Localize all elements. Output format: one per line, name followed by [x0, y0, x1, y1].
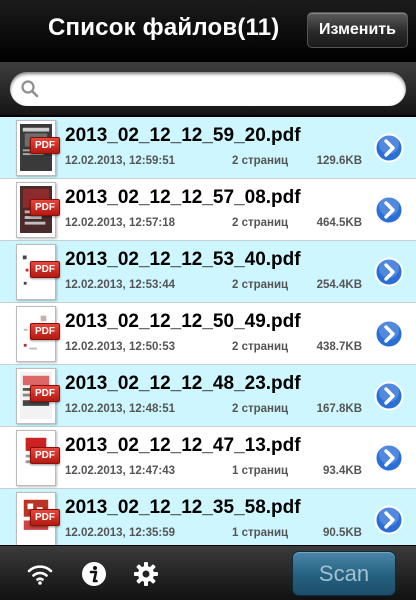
wifi-icon[interactable] [26, 560, 54, 588]
file-pages: 2 страниц [232, 279, 289, 291]
file-size: 464.5KB [316, 217, 362, 229]
file-name: 2013_02_12_12_57_08.pdf [65, 187, 301, 208]
file-name: 2013_02_12_12_47_13.pdf [65, 435, 301, 456]
list-item[interactable]: PDF 2013_02_12_12_47_13.pdf 12.02.2013, … [0, 427, 416, 489]
file-name: 2013_02_12_12_59_20.pdf [65, 125, 301, 146]
file-pages: 1 страниц [232, 465, 289, 477]
file-name: 2013_02_12_12_35_58.pdf [65, 497, 301, 518]
list-item[interactable]: PDF 2013_02_12_12_59_20.pdf 12.02.2013, … [0, 117, 416, 179]
pdf-badge: PDF [30, 199, 60, 216]
page-title: Список файлов(11) [48, 14, 280, 41]
list-item[interactable]: PDF 2013_02_12_12_53_40.pdf 12.02.2013, … [0, 241, 416, 303]
list-item[interactable]: PDF 2013_02_12_12_35_58.pdf 12.02.2013, … [0, 489, 416, 545]
file-size: 254.4KB [316, 279, 362, 291]
file-date: 12.02.2013, 12:57:18 [65, 217, 175, 229]
detail-disclosure-icon[interactable] [374, 381, 404, 411]
pdf-badge: PDF [30, 447, 60, 464]
navigation-bar: Список файлов(11) Изменить [0, 0, 416, 62]
file-date: 12.02.2013, 12:53:44 [65, 279, 175, 291]
search-icon [21, 80, 39, 98]
list-item[interactable]: PDF 2013_02_12_12_50_49.pdf 12.02.2013, … [0, 303, 416, 365]
file-pages: 2 страниц [232, 341, 289, 353]
file-pages: 2 страниц [232, 403, 289, 415]
search-field[interactable] [10, 72, 406, 106]
list-item[interactable]: PDF 2013_02_12_12_57_08.pdf 12.02.2013, … [0, 179, 416, 241]
bottom-toolbar: Scan [0, 545, 416, 600]
file-date: 12.02.2013, 12:47:43 [65, 465, 175, 477]
file-size: 167.8KB [316, 403, 362, 415]
detail-disclosure-icon[interactable] [374, 195, 404, 225]
file-name: 2013_02_12_12_50_49.pdf [65, 311, 301, 332]
detail-disclosure-icon[interactable] [374, 257, 404, 287]
pdf-badge: PDF [30, 385, 60, 402]
edit-button[interactable]: Изменить [307, 12, 408, 48]
detail-disclosure-icon[interactable] [374, 319, 404, 349]
search-input[interactable] [46, 72, 396, 106]
pdf-badge: PDF [30, 137, 60, 154]
file-date: 12.02.2013, 12:48:51 [65, 403, 175, 415]
gear-icon[interactable] [132, 560, 160, 588]
pdf-badge: PDF [30, 261, 60, 278]
file-name: 2013_02_12_12_48_23.pdf [65, 373, 301, 394]
info-icon[interactable] [80, 560, 108, 588]
pdf-badge: PDF [30, 323, 60, 340]
pdf-badge: PDF [30, 509, 60, 526]
file-pages: 2 страниц [232, 155, 289, 167]
file-size: 129.6KB [316, 155, 362, 167]
list-item[interactable]: PDF 2013_02_12_12_48_23.pdf 12.02.2013, … [0, 365, 416, 427]
file-date: 12.02.2013, 12:59:51 [65, 155, 175, 167]
file-date: 12.02.2013, 12:35:59 [65, 527, 175, 539]
detail-disclosure-icon[interactable] [374, 443, 404, 473]
file-list: PDF 2013_02_12_12_59_20.pdf 12.02.2013, … [0, 117, 416, 545]
scan-button[interactable]: Scan [292, 551, 396, 596]
file-pages: 1 страниц [232, 527, 289, 539]
file-name: 2013_02_12_12_53_40.pdf [65, 249, 301, 270]
file-size: 438.7KB [316, 341, 362, 353]
detail-disclosure-icon[interactable] [374, 505, 404, 535]
file-size: 93.4KB [323, 465, 362, 477]
file-date: 12.02.2013, 12:50:53 [65, 341, 175, 353]
detail-disclosure-icon[interactable] [374, 133, 404, 163]
search-bar [0, 62, 416, 116]
file-size: 90.5KB [323, 527, 362, 539]
file-pages: 2 страниц [232, 217, 289, 229]
